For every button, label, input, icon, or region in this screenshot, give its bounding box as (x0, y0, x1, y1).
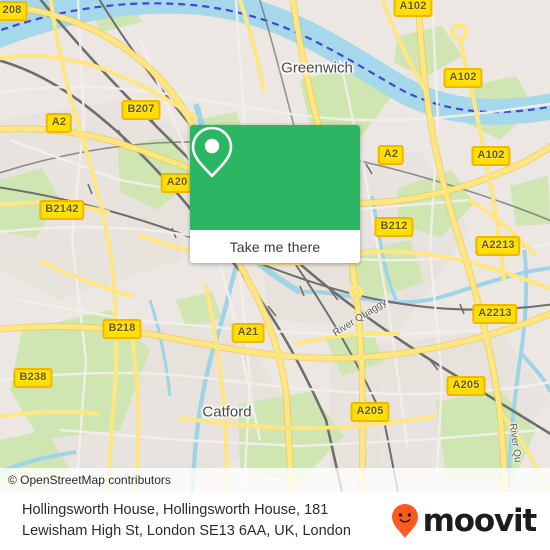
road-shield-a2-east[interactable]: A2 (377, 145, 405, 165)
road-shield-a2-west[interactable]: A2 (45, 113, 73, 133)
road-shield-a205-center[interactable]: A205 (350, 402, 390, 422)
moovit-wordmark: moovit (422, 502, 538, 539)
footer-bar: Hollingsworth House, Hollingsworth House… (0, 492, 550, 550)
map-screenshot: Greenwich Catford River Quaggy River Qu … (0, 0, 550, 550)
address-block: Hollingsworth House, Hollingsworth House… (22, 500, 351, 542)
road-shield-208[interactable]: 208 (0, 1, 28, 21)
road-shield-b238[interactable]: B238 (13, 368, 53, 388)
card-pin-area (190, 125, 360, 230)
place-label-greenwich: Greenwich (281, 59, 353, 77)
map-canvas[interactable]: Greenwich Catford River Quaggy River Qu … (0, 0, 550, 492)
road-shield-a2213-south[interactable]: A2213 (472, 304, 518, 324)
road-shield-b2142[interactable]: B2142 (39, 200, 85, 220)
road-shield-b218[interactable]: B218 (102, 319, 142, 339)
address-line-1: Hollingsworth House, Hollingsworth House… (22, 502, 329, 518)
location-pin-icon (191, 126, 233, 178)
card-cta-area[interactable]: Take me there (190, 230, 360, 263)
road-shield-a20[interactable]: A20 (160, 173, 194, 193)
destination-card[interactable]: Take me there (190, 125, 360, 263)
address-line-2: Lewisham High St, London SE13 6AA, UK, L… (22, 523, 351, 539)
road-shield-a102-east[interactable]: A102 (471, 146, 511, 166)
map-attribution: © OpenStreetMap contributors (0, 468, 550, 492)
attribution-text: © OpenStreetMap contributors (8, 473, 171, 487)
place-label-catford: Catford (202, 403, 252, 421)
road-shield-b212[interactable]: B212 (374, 217, 414, 237)
road-shield-a102-northeast[interactable]: A102 (443, 68, 483, 88)
road-shield-a205-east[interactable]: A205 (446, 376, 486, 396)
take-me-there-label: Take me there (229, 238, 321, 255)
moovit-logo[interactable]: moovit (391, 502, 538, 539)
road-shield-a21[interactable]: A21 (231, 323, 265, 343)
moovit-pin-icon (391, 504, 418, 538)
road-shield-a102-north[interactable]: A102 (393, 0, 433, 17)
road-shield-b207[interactable]: B207 (121, 100, 161, 120)
road-shield-a2213-north[interactable]: A2213 (475, 236, 521, 256)
